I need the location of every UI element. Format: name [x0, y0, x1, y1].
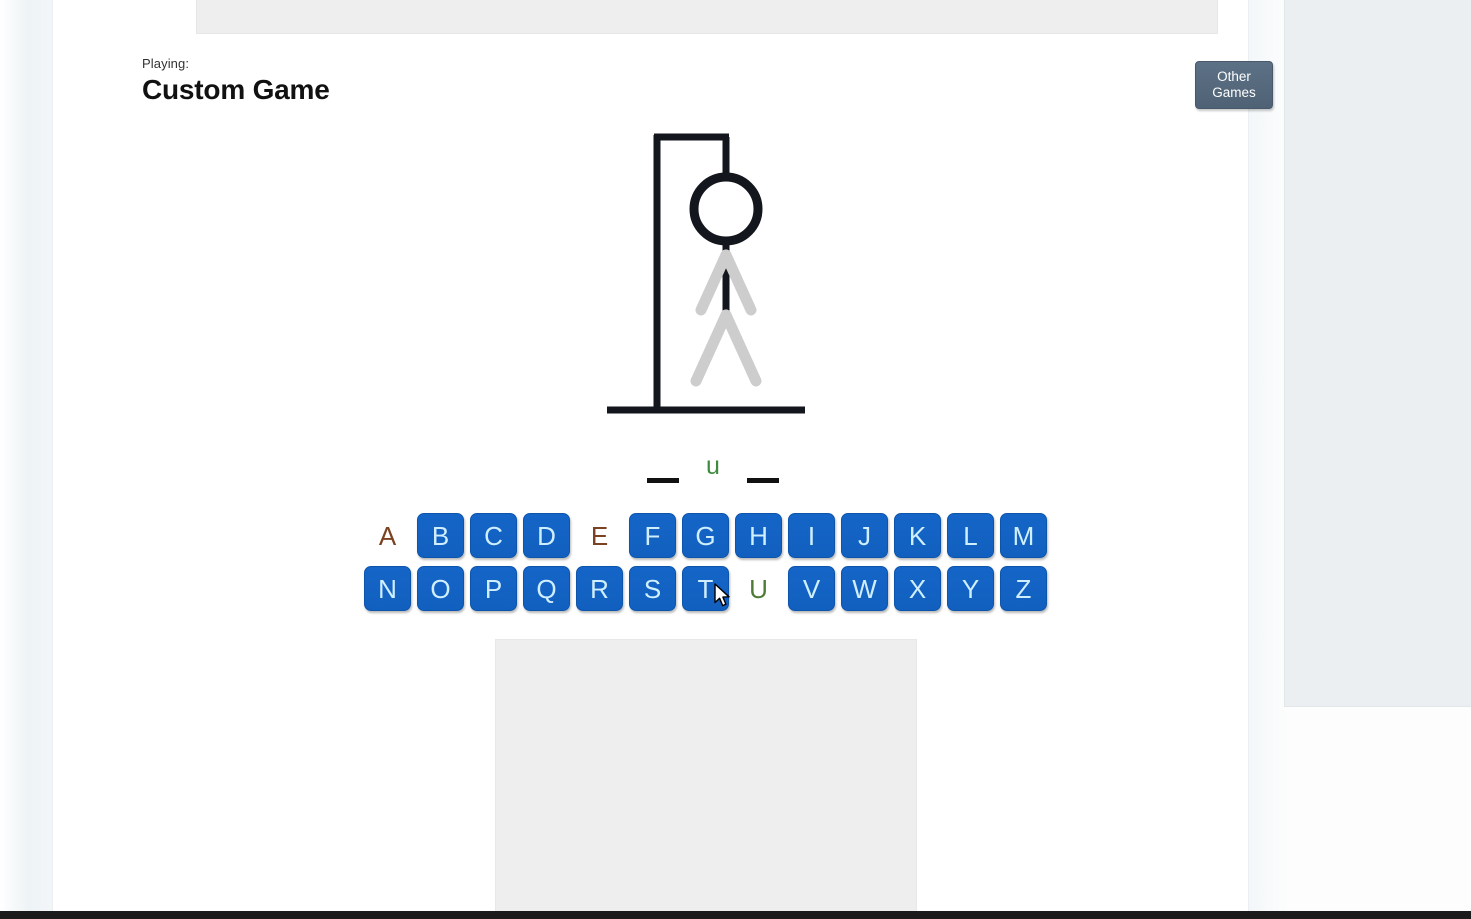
letter-key-g[interactable]: G: [682, 513, 729, 558]
hangman-svg: [607, 133, 805, 414]
hangman-left-leg-icon: [690, 309, 732, 387]
letter-key-o[interactable]: O: [417, 566, 464, 611]
letter-key-p[interactable]: P: [470, 566, 517, 611]
letter-key-r[interactable]: R: [576, 566, 623, 611]
letter-key-a: A: [378, 520, 397, 551]
hangman-head-icon: [689, 172, 763, 246]
letter-key-y[interactable]: Y: [947, 566, 994, 611]
letter-key-j[interactable]: J: [841, 513, 888, 558]
top-banner-placeholder: [196, 0, 1218, 34]
letter-key-h[interactable]: H: [735, 513, 782, 558]
hangman-drawing: [553, 125, 873, 425]
playing-label: Playing:: [142, 56, 190, 71]
letter-keyboard: ABCDEFGHIJKLMNOPQRSTUVWXYZ: [364, 513, 1054, 619]
letter-key-f[interactable]: F: [629, 513, 676, 558]
other-games-button[interactable]: Other Games: [1195, 61, 1273, 109]
letter-key-s[interactable]: S: [629, 566, 676, 611]
letter-key-x[interactable]: X: [894, 566, 941, 611]
letter-key-u: U: [749, 573, 768, 604]
letter-key-n[interactable]: N: [364, 566, 411, 611]
word-slot-blank: [747, 446, 779, 486]
letter-key-z[interactable]: Z: [1000, 566, 1047, 611]
bottom-bar: [0, 911, 1471, 919]
hangman-right-arm-icon: [720, 249, 757, 316]
hangman-game-page: Playing: Custom Game Other Games u A B C…: [0, 0, 1471, 919]
letter-key-m[interactable]: M: [1000, 513, 1047, 558]
other-games-label-line1: Other: [1217, 69, 1251, 84]
letter-key-i[interactable]: I: [788, 513, 835, 558]
letter-key-w[interactable]: W: [841, 566, 888, 611]
letter-key-e: E: [590, 520, 609, 551]
letter-key-c[interactable]: C: [470, 513, 517, 558]
page-backdrop-left: [0, 0, 52, 919]
letter-key-l[interactable]: L: [947, 513, 994, 558]
word-display: u: [553, 438, 873, 486]
hangman-right-leg-icon: [720, 309, 762, 387]
letter-key-k[interactable]: K: [894, 513, 941, 558]
letter-key-b[interactable]: B: [417, 513, 464, 558]
key-row: NOPQRSTUVWXYZ: [364, 566, 1054, 619]
page-header: Playing: Custom Game: [142, 56, 1202, 107]
word-slot-blank: [647, 446, 679, 486]
word-slot-revealed: u: [706, 452, 720, 480]
letter-key-q[interactable]: Q: [523, 566, 570, 611]
letter-key-t[interactable]: T: [682, 566, 729, 611]
key-row: ABCDEFGHIJKLM: [364, 513, 1054, 566]
game-content-card: Playing: Custom Game Other Games u A B C…: [52, 0, 1273, 919]
right-side-panel: [1284, 0, 1471, 707]
hangman-left-arm-icon: [695, 249, 732, 316]
other-games-label-line2: Games: [1212, 85, 1256, 100]
bottom-banner-placeholder: [495, 639, 917, 919]
letter-key-d[interactable]: D: [523, 513, 570, 558]
letter-key-v[interactable]: V: [788, 566, 835, 611]
page-title: Custom Game: [142, 74, 330, 105]
